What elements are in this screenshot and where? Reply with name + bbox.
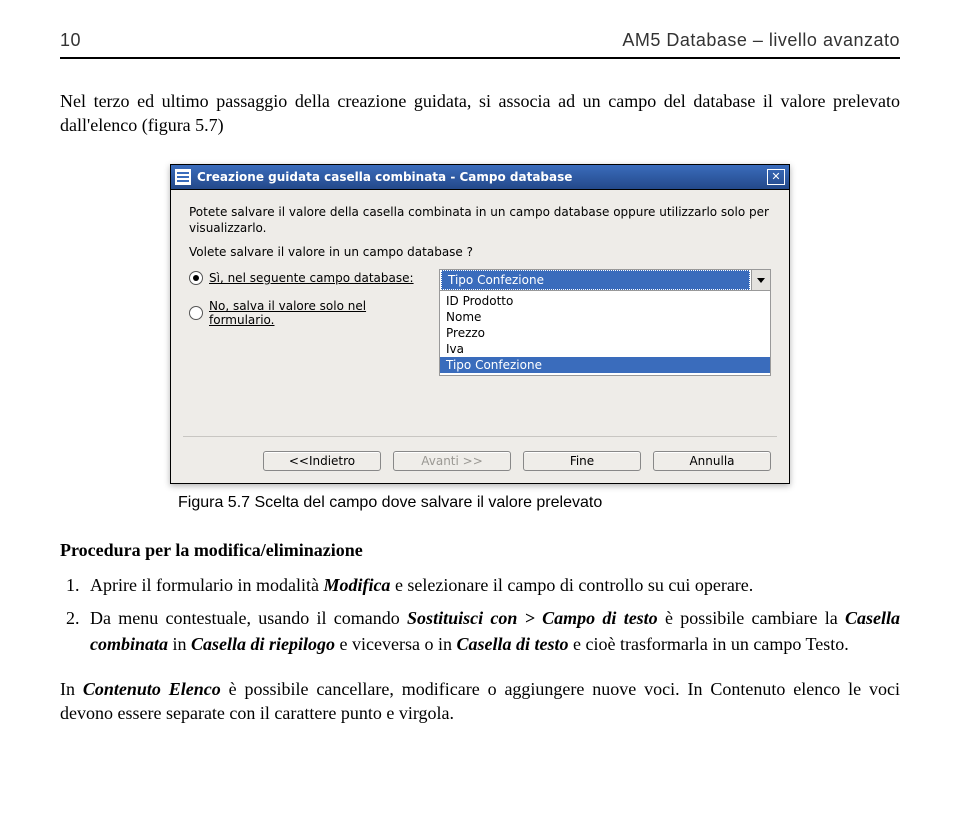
close-icon[interactable]: ✕ (767, 169, 785, 185)
closing-paragraph: In Contenuto Elenco è possibile cancella… (60, 677, 900, 726)
list-item: Aprire il formulario in modalità Modific… (84, 573, 900, 598)
radio-yes[interactable]: Sì, nel seguente campo database: (189, 271, 419, 285)
list-item[interactable]: Prezzo (440, 325, 770, 341)
dialog-window: Creazione guidata casella combinata - Ca… (170, 164, 790, 485)
intro-paragraph: Nel terzo ed ultimo passaggio della crea… (60, 89, 900, 138)
radio-icon (189, 271, 203, 285)
combo-selected-value: Tipo Confezione (441, 270, 750, 290)
doc-title: AM5 Database – livello avanzato (622, 30, 900, 51)
radio-no-label: No, salva il valore solo nel formulario. (209, 299, 419, 327)
page-number: 10 (60, 30, 81, 51)
header-rule (60, 57, 900, 59)
next-button: Avanti >> (393, 451, 511, 471)
titlebar: Creazione guidata casella combinata - Ca… (171, 165, 789, 190)
combo-dropdown-list: ID Prodotto Nome Prezzo Iva Tipo Confezi… (440, 291, 770, 375)
document-icon (175, 169, 191, 185)
cancel-button[interactable]: Annulla (653, 451, 771, 471)
back-button[interactable]: <<Indietro (263, 451, 381, 471)
radio-icon (189, 306, 203, 320)
list-item[interactable]: Iva (440, 341, 770, 357)
page-header: 10 AM5 Database – livello avanzato (60, 30, 900, 51)
list-item[interactable]: ID Prodotto (440, 293, 770, 309)
dialog-question: Volete salvare il valore in un campo dat… (189, 245, 771, 259)
list-item: Da menu contestuale, usando il comando S… (84, 606, 900, 656)
finish-button[interactable]: Fine (523, 451, 641, 471)
dialog-intro: Potete salvare il valore della casella c… (189, 204, 771, 238)
dialog-separator (183, 436, 777, 437)
list-item[interactable]: Tipo Confezione (440, 357, 770, 373)
figure-caption: Figura 5.7 Scelta del campo dove salvare… (178, 494, 900, 512)
list-item[interactable]: Nome (440, 309, 770, 325)
chevron-down-icon[interactable] (751, 270, 770, 290)
radio-yes-label: Sì, nel seguente campo database: (209, 271, 414, 285)
procedure-heading: Procedura per la modifica/eliminazione (60, 540, 900, 561)
procedure-list: Aprire il formulario in modalità Modific… (84, 573, 900, 657)
radio-no[interactable]: No, salva il valore solo nel formulario. (189, 299, 419, 327)
window-title: Creazione guidata casella combinata - Ca… (197, 170, 767, 184)
button-row: <<Indietro Avanti >> Fine Annulla (189, 447, 771, 471)
field-combobox[interactable]: Tipo Confezione ID Prodotto Nome Prezzo … (439, 269, 771, 376)
